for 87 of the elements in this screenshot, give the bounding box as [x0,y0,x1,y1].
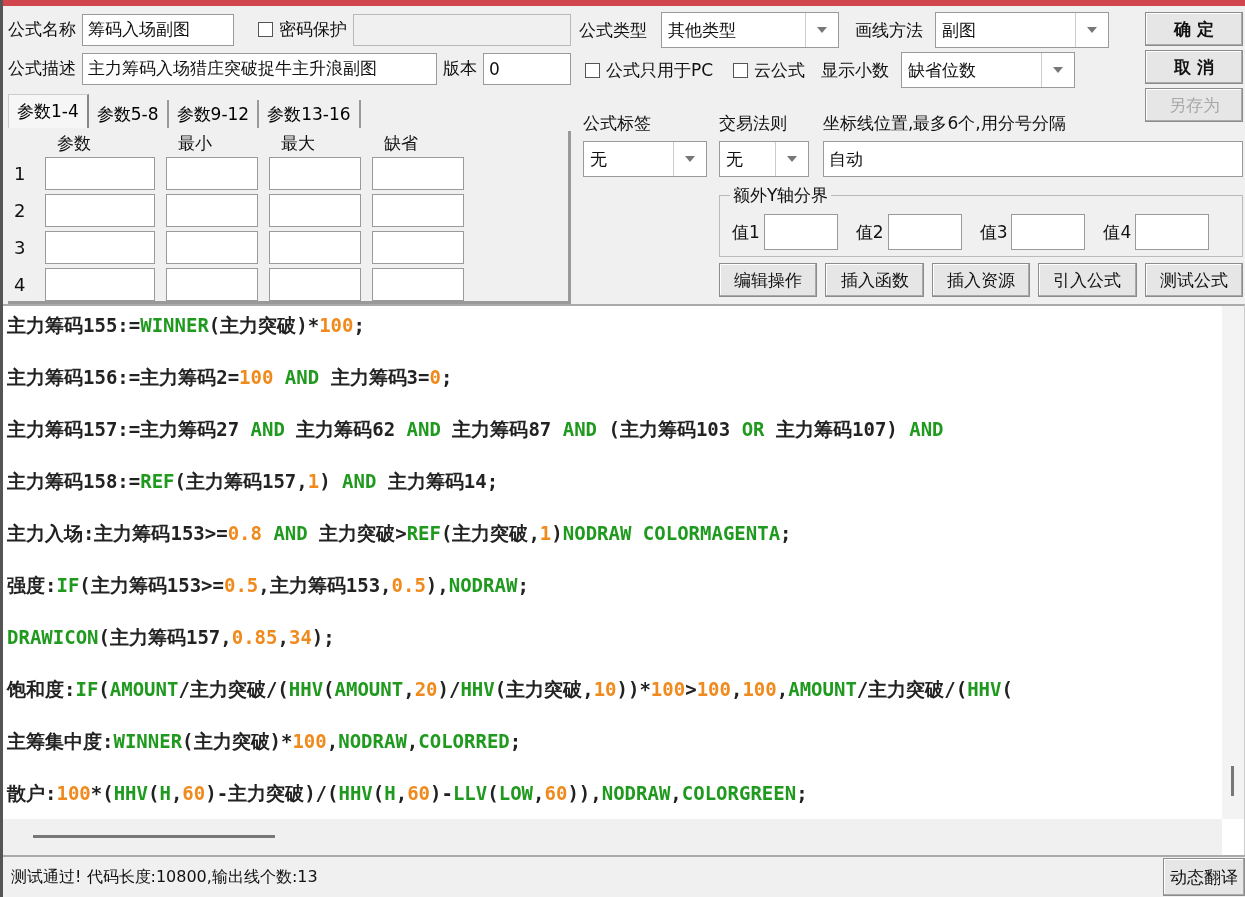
draw-method-dropdown[interactable]: 副图 [935,12,1109,48]
description-field[interactable]: 主力筹码入场猎庄突破捉牛主升浪副图 [82,52,437,85]
field-label: 公式标签 [583,112,652,135]
toolbar-button[interactable]: 引入公式 [1038,263,1137,297]
checkbox-label: 云公式 [754,58,806,82]
field-label: 版本 [443,57,477,80]
param-field[interactable] [372,268,464,301]
formula-tag-dropdown[interactable]: 无 [583,141,707,177]
code-line: 强度:IF(主力筹码153>=0.5,主力筹码153,0.5),NODRAW; [7,573,529,598]
field-label: 公式名称 [8,18,76,41]
caret-icon [1087,27,1097,33]
param-field[interactable] [269,194,361,227]
field-label: 公式类型 [579,18,647,42]
caret-icon [817,27,827,33]
toolbar-button[interactable]: 编辑操作 [719,263,818,297]
code-line: 散户:100*(HHV(H,60)-主力突破)/(HHV(H,60)-LLV(LOW,60)),NODRAW,COLORGREEN; [7,781,808,806]
field-label: 交易法则 [719,112,788,135]
param-field[interactable] [166,194,258,227]
field-label: 坐标线位置,最多6个,用分号分隔 [823,112,1066,135]
version-field[interactable]: 0 [483,52,571,85]
column-header: 参数 [56,133,92,153]
caret-icon [787,156,797,162]
field-label: 值1 [732,220,760,244]
code-line: 主力筹码158:=REF(主力筹码157,1) AND 主力筹码14; [7,469,499,494]
row-number: 2 [14,200,27,221]
param-field[interactable] [269,231,361,264]
param-field[interactable] [372,157,464,190]
checkbox[interactable] [733,62,749,78]
code-line: 主筹集中度:WINNER(主力突破)*100,NODRAW,COLORRED; [7,729,522,754]
toolbar-button[interactable]: 插入资源 [931,263,1031,297]
axis-lines-field[interactable]: 自动 [823,141,1243,177]
scrollbar-thumb[interactable] [1231,766,1234,796]
field-label: 公式描述 [8,57,76,80]
column-header: 最大 [280,133,316,153]
dialog-button[interactable]: 取 消 [1145,50,1243,84]
code-line: DRAWICON(主力筹码157,0.85,34); [7,625,335,650]
param-field[interactable] [372,231,464,264]
caret-icon [1053,67,1064,73]
code-line: 饱和度:IF(AMOUNT/主力突破/(HHV(AMOUNT,20)/HHV(主力突破,10))*100>100,100,AMOUNT/主力突破/(HHV( [7,677,1013,702]
field-label: 显示小数 [821,58,890,82]
param-field[interactable] [45,157,155,190]
checkbox[interactable] [258,22,273,37]
dialog-button[interactable]: 确 定 [1145,12,1243,46]
horizontal-scrollbar[interactable] [3,819,1222,855]
scrollbar-thumb[interactable] [33,835,275,838]
param-field[interactable] [166,231,258,264]
vertical-scrollbar[interactable] [1222,306,1244,819]
value-field[interactable] [1011,214,1086,250]
column-header: 最小 [177,133,213,153]
toolbar-button[interactable]: 插入函数 [825,263,924,297]
param-field[interactable] [166,268,258,301]
code-editor[interactable] [3,304,1245,855]
group-title: 额外Y轴分界 [730,184,832,207]
decimals-dropdown[interactable]: 缺省位数 [901,52,1076,88]
row-number: 4 [14,274,27,295]
value-field[interactable] [1135,214,1210,250]
param-field[interactable] [45,268,155,301]
param-field[interactable] [166,157,258,190]
toolbar-button[interactable]: 测试公式 [1144,263,1244,297]
value-field[interactable] [763,214,838,250]
field-label: 值3 [979,220,1008,244]
code-line: 主力筹码157:=主力筹码27 AND 主力筹码62 AND 主力筹码87 AND (主力筹码103 OR 主力筹码107) AND [7,417,944,442]
param-tab[interactable]: 参数1-4 [8,94,89,128]
caret-icon [685,156,695,162]
column-header: 缺省 [383,133,419,153]
trade-rule-dropdown[interactable]: 无 [719,141,809,177]
param-field[interactable] [372,194,464,227]
code-line: 主力入场:主力筹码153>=0.8 AND 主力突破>REF(主力突破,1)NODRAW COLORMAGENTA; [7,521,792,546]
field-label: 画线方法 [855,18,923,42]
code-line: 主力筹码156:=主力筹码2=100 AND 主力筹码3=0; [7,365,453,390]
value-field[interactable] [887,214,962,250]
status-message: 测试通过! 代码长度:10800,输出线个数:13 [10,866,318,888]
param-field[interactable] [45,194,155,227]
translate-button[interactable]: 动态翻译 [1163,858,1245,896]
checkbox[interactable] [585,62,600,78]
checkbox-label: 公式只用于PC [606,58,714,82]
row-number: 3 [14,237,27,258]
code-line: 主力筹码155:=WINNER(主力突破)*100; [7,313,365,338]
param-field[interactable] [45,231,155,264]
param-field[interactable] [269,157,361,190]
field-label: 值4 [1103,220,1132,244]
formula-name-field[interactable]: 筹码入场副图 [82,13,234,46]
param-field[interactable] [269,268,361,301]
checkbox-label: 密码保护 [279,18,347,41]
row-number: 1 [14,163,27,184]
formula-type-dropdown[interactable]: 其他类型 [661,12,839,48]
field-label: 值2 [855,220,884,244]
